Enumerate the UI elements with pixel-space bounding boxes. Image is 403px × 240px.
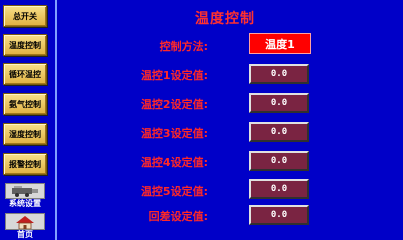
setpoint-2-input[interactable]: 0.0 xyxy=(249,93,309,113)
setpoint-1-label: 温控1设定值: xyxy=(140,69,208,82)
power-button[interactable]: 总开关 xyxy=(3,5,47,27)
temperature-control-button[interactable]: 温度控制 xyxy=(3,34,47,56)
humidity-control-button[interactable]: 湿度控制 xyxy=(3,123,47,145)
control-method-value[interactable]: 温度1 xyxy=(249,33,311,54)
hysteresis-label: 回差设定值: xyxy=(148,210,208,223)
setpoint-2-label: 温控2设定值: xyxy=(140,98,208,111)
home-button[interactable]: 首页 xyxy=(5,213,45,240)
divider xyxy=(55,0,57,240)
setpoint-4-input[interactable]: 0.0 xyxy=(249,151,309,171)
setpoint-1-input[interactable]: 0.0 xyxy=(249,64,309,84)
setpoint-5-input[interactable]: 0.0 xyxy=(249,179,309,199)
circulation-control-button[interactable]: 循环温控 xyxy=(3,63,47,85)
setpoint-3-label: 温控3设定值: xyxy=(140,127,208,140)
alarm-control-button[interactable]: 报警控制 xyxy=(3,153,47,175)
system-settings-button[interactable]: 系统设置 xyxy=(5,183,45,209)
machine-icon xyxy=(5,183,45,199)
setpoint-5-label: 温控5设定值: xyxy=(140,185,208,198)
setpoint-3-input[interactable]: 0.0 xyxy=(249,122,309,142)
system-settings-label: 系统设置 xyxy=(9,199,41,208)
house-icon xyxy=(5,213,45,230)
ammonia-control-button[interactable]: 氨气控制 xyxy=(3,93,47,115)
sidebar: 总开关 温度控制 循环温控 氨气控制 湿度控制 报警控制 系统设置 首页 xyxy=(0,0,52,240)
control-method-label: 控制方法: xyxy=(159,40,208,53)
setpoint-4-label: 温控4设定值: xyxy=(140,156,208,169)
hysteresis-input[interactable]: 0.0 xyxy=(249,205,309,225)
page-title: 温度控制 xyxy=(195,11,255,27)
home-label: 首页 xyxy=(17,230,33,239)
